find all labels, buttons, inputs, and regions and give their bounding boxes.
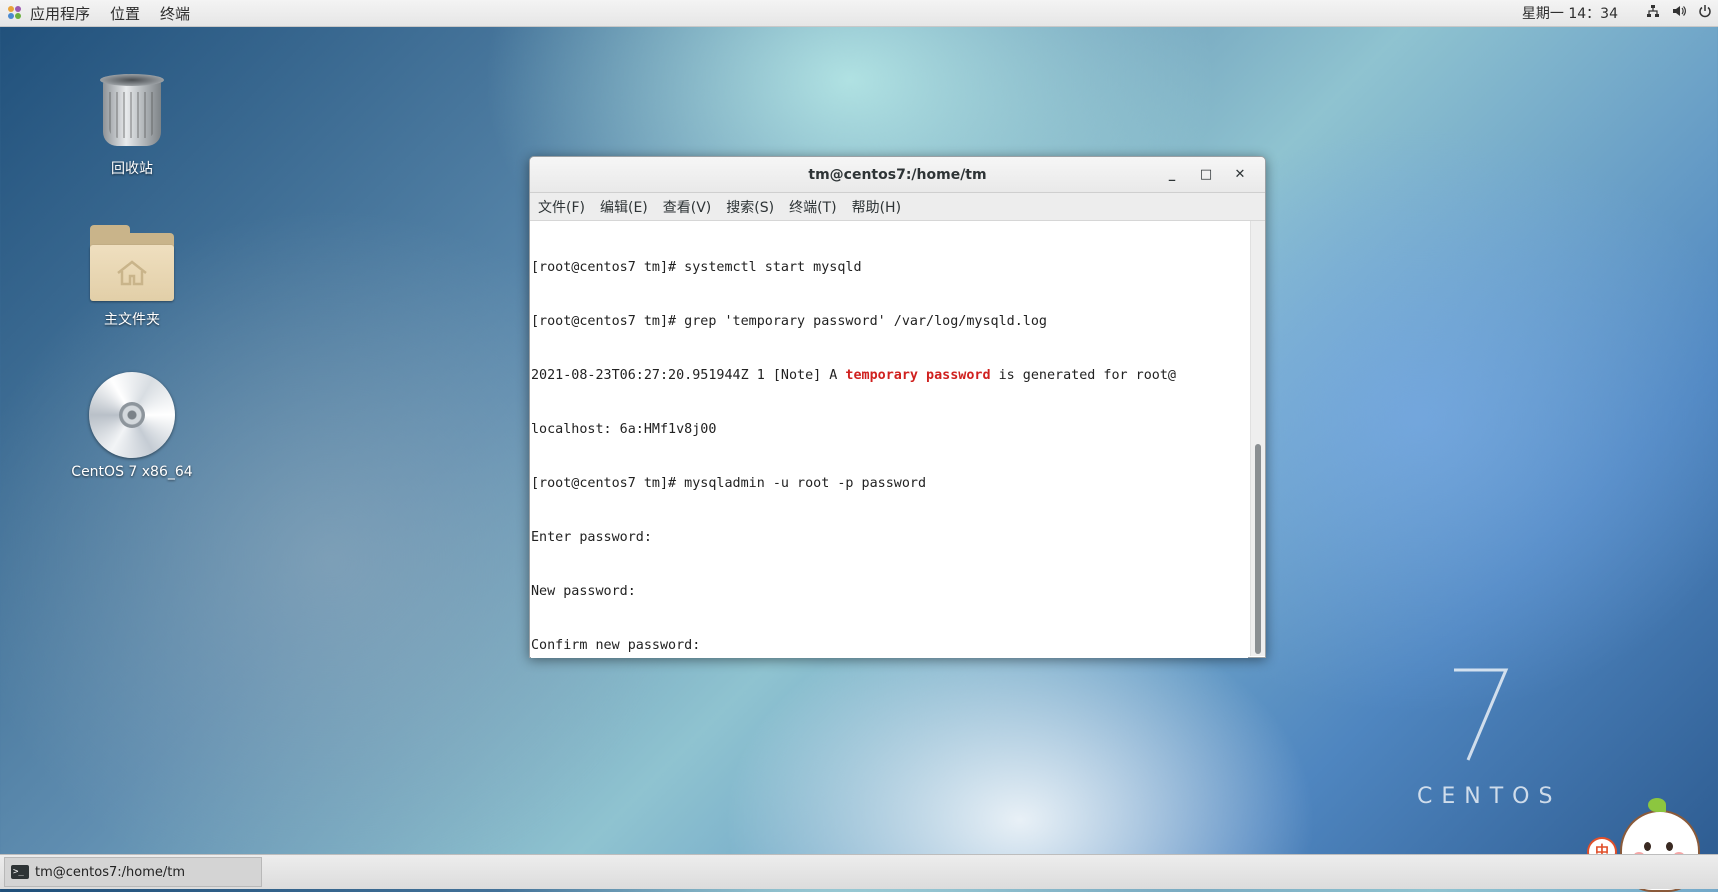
centos-watermark-text: CENTOS	[1417, 784, 1562, 809]
terminal-line: [root@centos7 tm]# mysqladmin -u root -p…	[531, 476, 927, 491]
menu-file[interactable]: 文件(F)	[538, 197, 585, 217]
centos-watermark-seven	[1454, 668, 1509, 761]
terminal-line: [root@centos7 tm]# grep 'temporary passw…	[531, 314, 1047, 329]
close-button[interactable]: ✕	[1223, 167, 1257, 182]
menu-terminal[interactable]: 终端(T)	[789, 197, 836, 217]
menu-view[interactable]: 查看(V)	[663, 197, 712, 217]
terminal-line: 2021-08-23T06:27:20.951944Z 1 [Note] A t…	[531, 367, 1248, 385]
home-folder-icon	[90, 225, 174, 301]
terminal-line: Enter password:	[531, 530, 652, 545]
applications-label: 应用程序	[30, 4, 91, 23]
places-menu[interactable]: 位置	[110, 3, 152, 24]
terminal-line: [root@centos7 tm]# systemctl start mysql…	[531, 260, 862, 275]
applications-logo-icon	[8, 6, 22, 20]
scrollbar-thumb[interactable]	[1255, 444, 1261, 654]
terminal-highlight: temporary password	[845, 368, 991, 383]
desktop-home-label: 主文件夹	[104, 312, 160, 328]
terminal-output[interactable]: [root@centos7 tm]# systemctl start mysql…	[531, 221, 1248, 658]
terminal-line: Confirm new password:	[531, 638, 701, 653]
terminal-icon: >_	[11, 865, 29, 879]
terminal-line: localhost: 6a:HMf1v8j00	[531, 422, 717, 437]
network-icon[interactable]	[1640, 4, 1666, 22]
trash-icon	[100, 74, 164, 146]
terminal-line-suffix: is generated for root@	[990, 368, 1176, 383]
taskbar-window-label: tm@centos7:/home/tm	[35, 864, 185, 880]
terminal-line-prefix: 2021-08-23T06:27:20.951944Z 1 [Note] A	[531, 368, 846, 383]
power-icon[interactable]	[1692, 4, 1718, 22]
menubar: 文件(F) 编辑(E) 查看(V) 搜索(S) 终端(T) 帮助(H)	[530, 193, 1265, 221]
window-title: tm@centos7:/home/tm	[808, 166, 987, 183]
desktop-trash-label: 回收站	[111, 161, 153, 177]
terminal-app-menu[interactable]: 终端	[160, 3, 202, 24]
terminal-window[interactable]: tm@centos7:/home/tm _ □ ✕ 文件(F) 编辑(E) 查看…	[529, 156, 1266, 658]
terminal-line: New password:	[531, 584, 636, 599]
applications-menu[interactable]: 应用程序	[0, 3, 110, 24]
maximize-button[interactable]: □	[1189, 167, 1223, 182]
disc-icon	[89, 372, 175, 458]
menu-search[interactable]: 搜索(S)	[726, 197, 774, 217]
desktop-trash[interactable]: 回收站	[57, 74, 207, 178]
menu-edit[interactable]: 编辑(E)	[600, 197, 648, 217]
minimize-button[interactable]: _	[1155, 167, 1189, 182]
window-titlebar[interactable]: tm@centos7:/home/tm _ □ ✕	[530, 157, 1265, 193]
menu-help[interactable]: 帮助(H)	[852, 197, 901, 217]
terminal-scrollbar[interactable]	[1250, 221, 1265, 656]
bottom-taskbar: >_ tm@centos7:/home/tm	[0, 854, 1718, 889]
volume-icon[interactable]	[1666, 4, 1692, 22]
taskbar-window-button[interactable]: >_ tm@centos7:/home/tm	[4, 857, 262, 887]
desktop-home-folder[interactable]: 主文件夹	[57, 225, 207, 329]
desktop-disc[interactable]: CentOS 7 x86_64	[57, 372, 207, 480]
top-panel: 应用程序 位置 终端 星期一 14：34	[0, 0, 1718, 27]
desktop-disc-label: CentOS 7 x86_64	[71, 464, 193, 480]
clock[interactable]: 星期一 14：34	[1522, 3, 1618, 23]
